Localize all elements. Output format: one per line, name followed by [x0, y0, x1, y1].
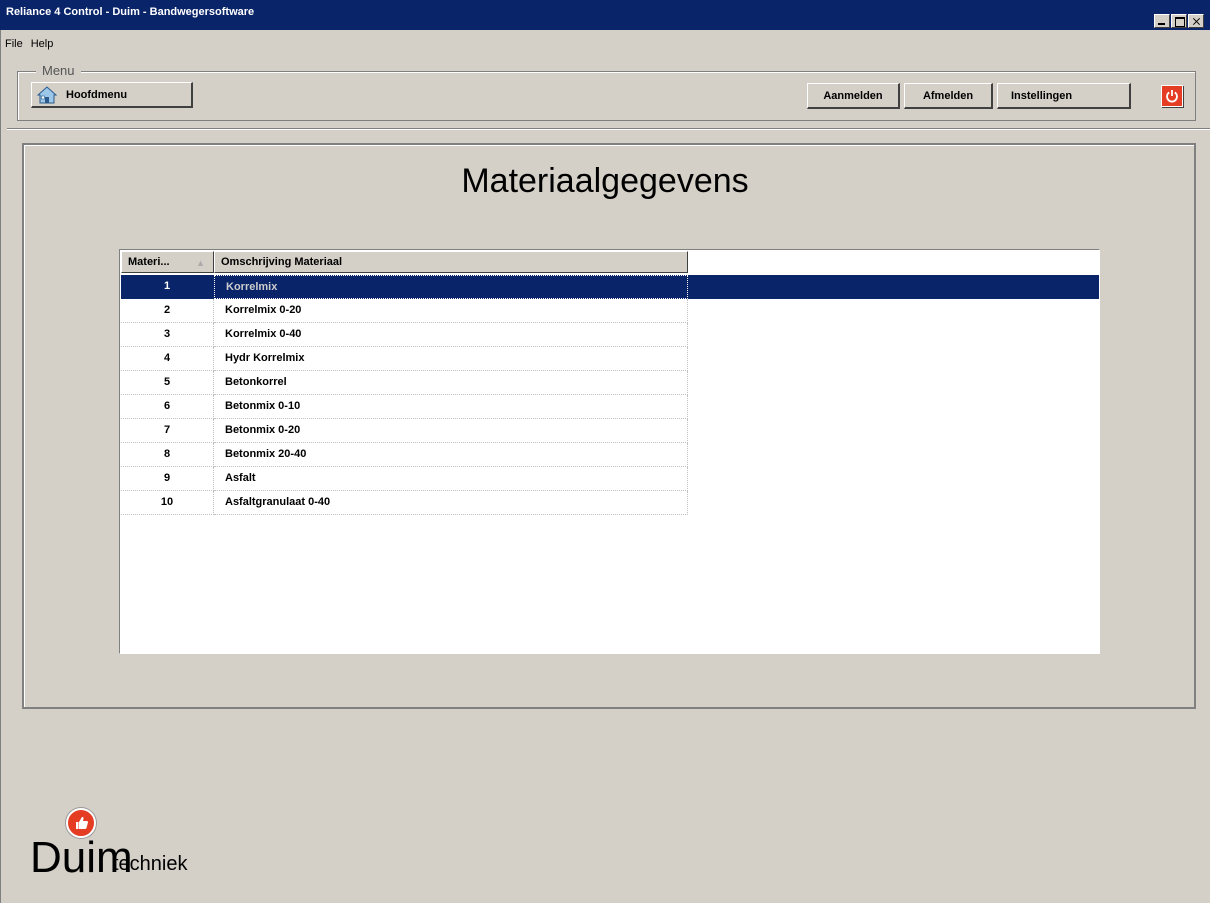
- page-title: Materiaalgegevens: [461, 162, 749, 200]
- power-button[interactable]: [1161, 85, 1183, 107]
- material-description-cell: Asfalt: [214, 467, 688, 491]
- material-description-cell: Betonmix 20-40: [214, 443, 688, 467]
- material-id-cell: 1: [121, 275, 214, 299]
- minimize-button[interactable]: [1154, 14, 1170, 28]
- table-row[interactable]: 10 Asfaltgranulaat 0-40: [121, 491, 1099, 515]
- instellingen-label: Instellingen: [1011, 89, 1073, 102]
- material-id-cell: 7: [121, 419, 214, 443]
- instellingen-button[interactable]: Instellingen: [997, 83, 1131, 109]
- table-row[interactable]: 1 Korrelmix: [121, 275, 1099, 299]
- material-description-cell: Betonkorrel: [214, 371, 688, 395]
- hoofdmenu-label: Hoofdmenu: [66, 88, 128, 101]
- close-button[interactable]: [1188, 14, 1204, 28]
- table-row[interactable]: 9 Asfalt: [121, 467, 1099, 491]
- material-id-cell: 5: [121, 371, 214, 395]
- column-header-material-id[interactable]: Materi... ▲: [121, 251, 214, 273]
- maximize-button[interactable]: [1171, 14, 1187, 28]
- material-description-cell: Betonmix 0-10: [214, 395, 688, 419]
- table-header: Materi... ▲ Omschrijving Materiaal: [121, 251, 688, 273]
- material-description-cell: Hydr Korrelmix: [214, 347, 688, 371]
- column-header-description[interactable]: Omschrijving Materiaal: [214, 251, 688, 273]
- material-id-cell: 6: [121, 395, 214, 419]
- material-id-cell: 8: [121, 443, 214, 467]
- material-description-cell: Korrelmix: [214, 275, 688, 299]
- table-row[interactable]: 3 Korrelmix 0-40: [121, 323, 1099, 347]
- sort-ascending-icon: ▲: [196, 258, 205, 268]
- table-row[interactable]: 2 Korrelmix 0-20: [121, 299, 1099, 323]
- material-description-cell: Betonmix 0-20: [214, 419, 688, 443]
- title-bar[interactable]: Reliance 4 Control - Duim - Bandwegersof…: [0, 0, 1210, 30]
- material-id-cell: 2: [121, 299, 214, 323]
- power-icon: [1166, 90, 1178, 103]
- window-title: Reliance 4 Control - Duim - Bandwegersof…: [6, 6, 255, 18]
- aanmelden-button[interactable]: Aanmelden: [807, 83, 900, 109]
- hoofdmenu-button[interactable]: Hoofdmenu: [31, 82, 193, 108]
- menu-group-legend: Menu: [36, 63, 81, 78]
- column-header-label: Materi...: [128, 256, 170, 268]
- aanmelden-label: Aanmelden: [823, 89, 883, 102]
- afmelden-label: Afmelden: [922, 89, 974, 102]
- table-row[interactable]: 7 Betonmix 0-20: [121, 419, 1099, 443]
- material-table[interactable]: Materi... ▲ Omschrijving Materiaal 1 Korr…: [119, 249, 1100, 654]
- separator: [7, 128, 1210, 130]
- material-description-cell: Korrelmix 0-40: [214, 323, 688, 347]
- table-row[interactable]: 6 Betonmix 0-10: [121, 395, 1099, 419]
- material-description-cell: Korrelmix 0-20: [214, 299, 688, 323]
- table-row[interactable]: 4 Hydr Korrelmix: [121, 347, 1099, 371]
- logo-subtitle: techniek: [113, 853, 188, 875]
- table-body: 1 Korrelmix 2 Korrelmix 0-20 3 Korrelmix 0-40…: [121, 275, 1099, 515]
- menu-help[interactable]: Help: [26, 36, 57, 50]
- material-id-cell: 9: [121, 467, 214, 491]
- material-id-cell: 10: [121, 491, 214, 515]
- menu-file[interactable]: File: [0, 36, 26, 50]
- table-row[interactable]: 8 Betonmix 20-40: [121, 443, 1099, 467]
- home-icon: [36, 85, 58, 104]
- column-header-label: Omschrijving Materiaal: [221, 256, 343, 268]
- material-id-cell: 3: [121, 323, 214, 347]
- material-id-cell: 4: [121, 347, 214, 371]
- table-row[interactable]: 5 Betonkorrel: [121, 371, 1099, 395]
- material-description-cell: Asfaltgranulaat 0-40: [214, 491, 688, 515]
- afmelden-button[interactable]: Afmelden: [904, 83, 993, 109]
- menu-bar: File Help: [0, 36, 56, 54]
